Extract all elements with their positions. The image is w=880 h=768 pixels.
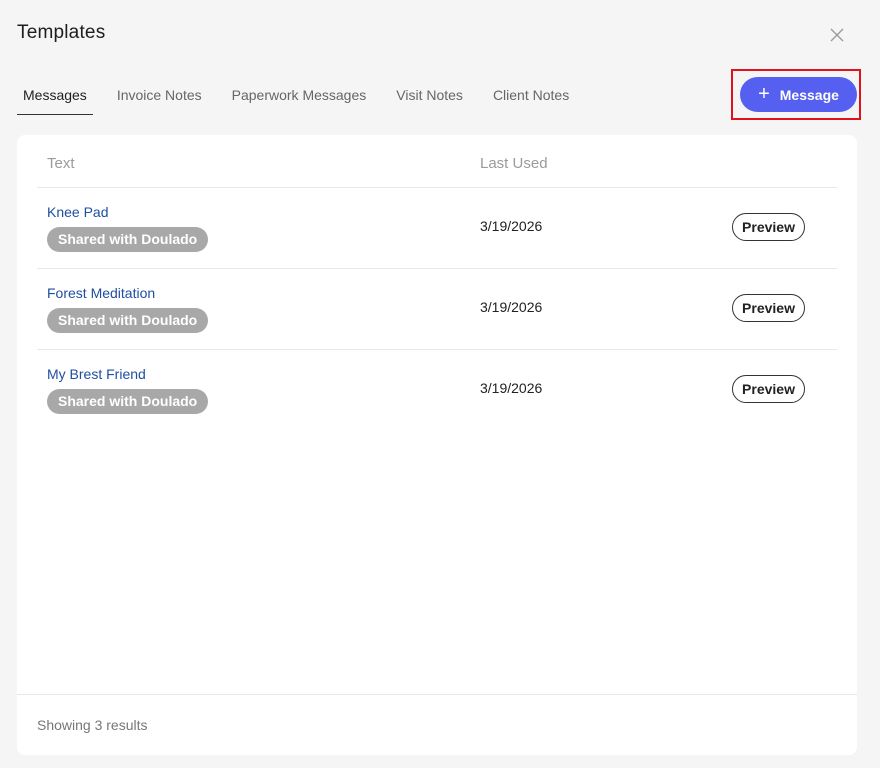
table-header: Text Last Used (37, 135, 837, 188)
table-row: My Brest Friend Shared with Doulado 3/19… (37, 350, 837, 430)
table-footer: Showing 3 results (17, 694, 857, 756)
last-used-date: 3/19/2026 (480, 380, 543, 396)
templates-table-card: Text Last Used Knee Pad Shared with Doul… (17, 135, 857, 755)
close-icon (830, 28, 844, 42)
shared-badge: Shared with Doulado (47, 308, 209, 333)
shared-badge: Shared with Doulado (47, 389, 209, 414)
table-row: Forest Meditation Shared with Doulado 3/… (37, 269, 837, 350)
tab-client-notes[interactable]: Client Notes (487, 82, 575, 110)
column-header-text: Text (47, 155, 75, 172)
template-name-link[interactable]: My Brest Friend (47, 366, 146, 382)
preview-button[interactable]: Preview (732, 213, 805, 241)
last-used-date: 3/19/2026 (480, 299, 543, 315)
add-message-label: Message (779, 86, 839, 103)
shared-badge: Shared with Doulado (47, 227, 209, 252)
tab-paperwork-messages[interactable]: Paperwork Messages (226, 82, 373, 110)
table-row: Knee Pad Shared with Doulado 3/19/2026 P… (37, 188, 837, 269)
template-name-link[interactable]: Knee Pad (47, 204, 109, 220)
add-message-button[interactable]: + Message (740, 77, 857, 112)
tab-invoice-notes[interactable]: Invoice Notes (111, 82, 208, 110)
tab-bar: Messages Invoice Notes Paperwork Message… (17, 82, 593, 116)
close-button[interactable] (826, 24, 848, 46)
preview-button[interactable]: Preview (732, 294, 805, 322)
plus-icon: + (758, 82, 770, 105)
last-used-date: 3/19/2026 (480, 218, 543, 234)
template-name-link[interactable]: Forest Meditation (47, 285, 155, 301)
preview-button[interactable]: Preview (732, 375, 805, 403)
column-header-last-used: Last Used (480, 155, 548, 172)
dialog-title: Templates (17, 22, 106, 43)
tab-visit-notes[interactable]: Visit Notes (390, 82, 469, 110)
results-count: Showing 3 results (37, 717, 148, 733)
tab-messages[interactable]: Messages (17, 82, 93, 115)
